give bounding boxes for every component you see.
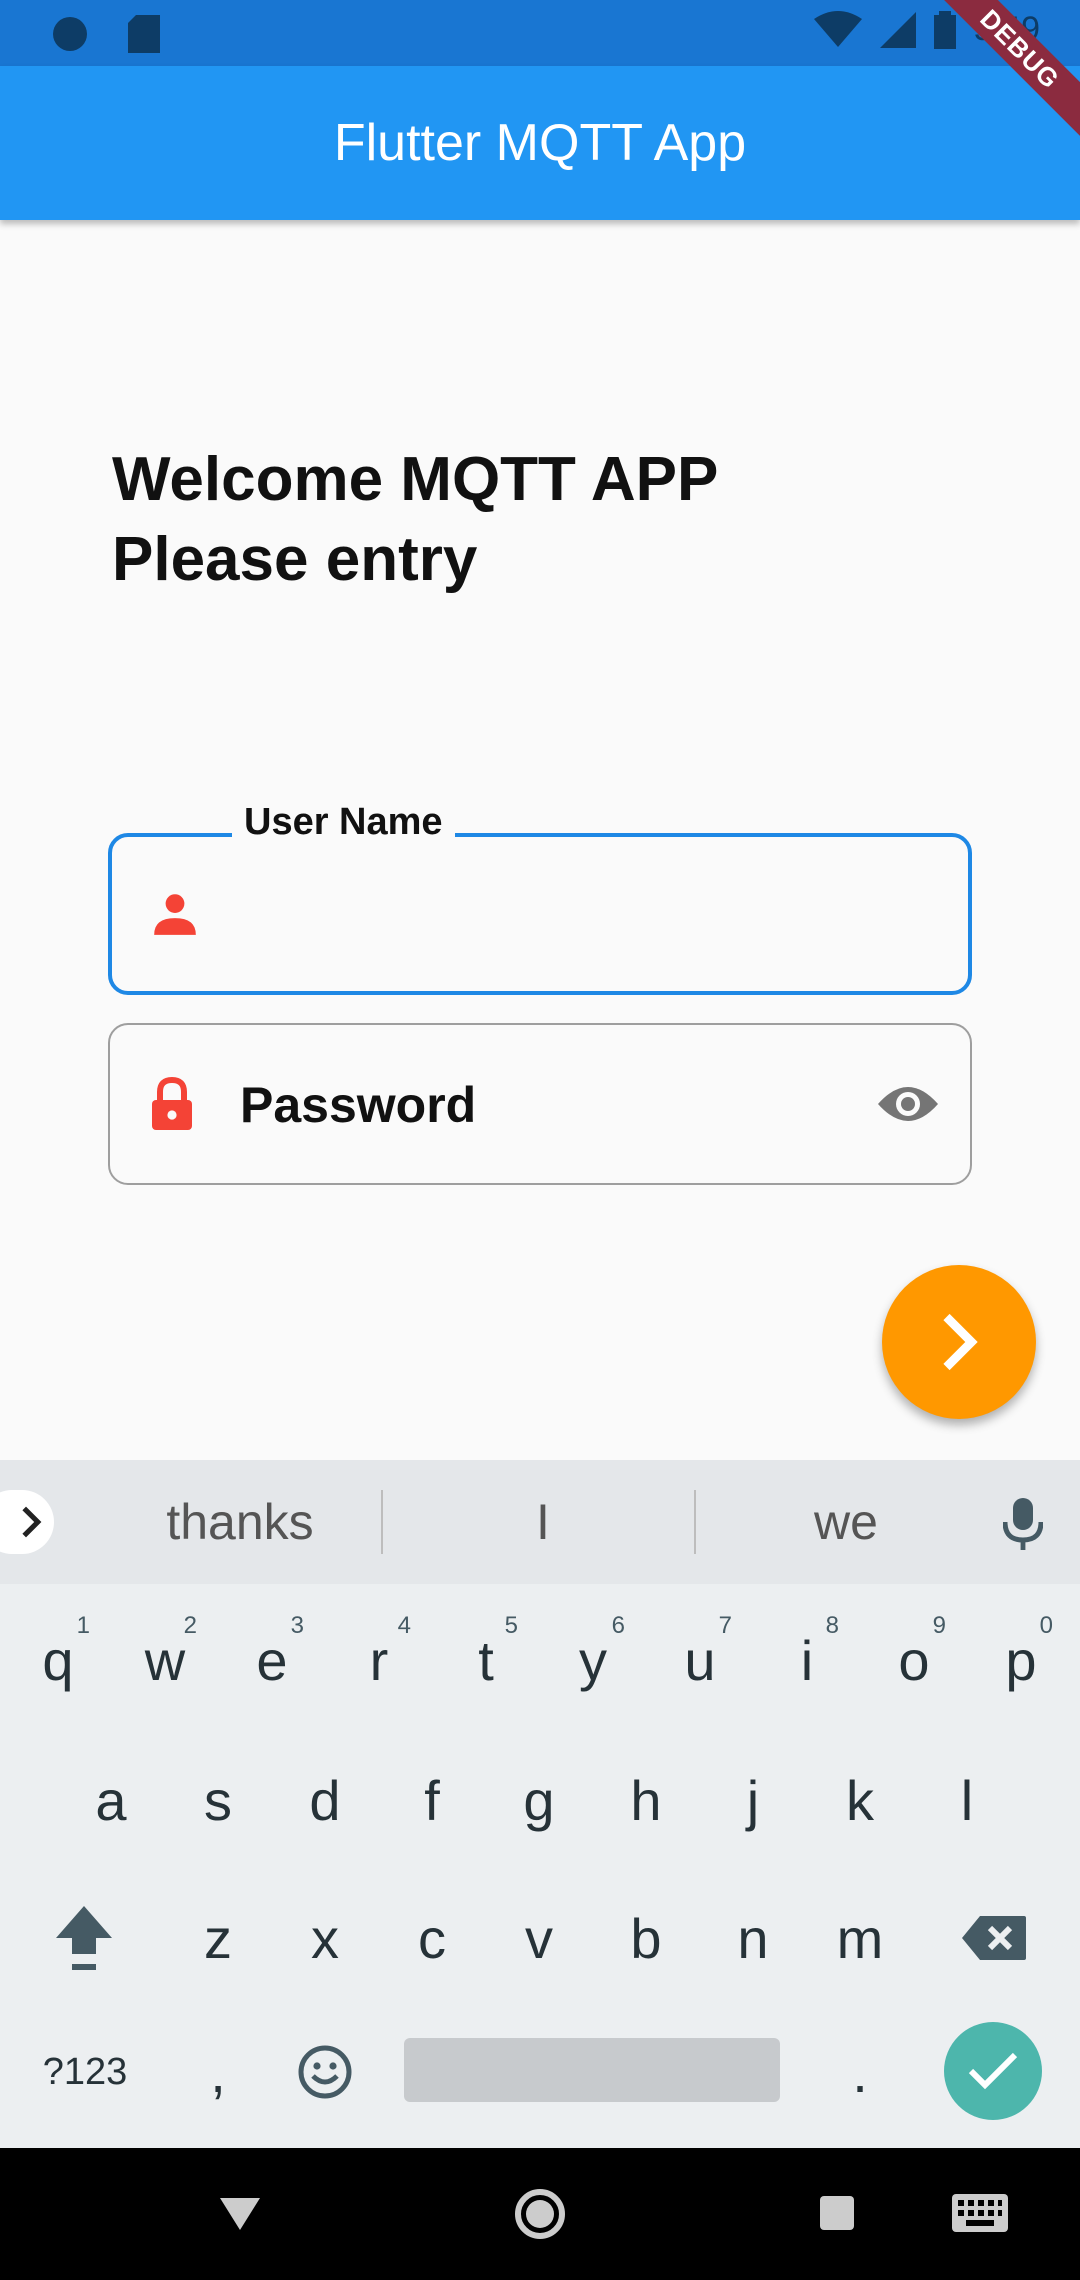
key-w[interactable]: w2	[115, 1600, 215, 1720]
key-a[interactable]: a	[61, 1740, 161, 1860]
key-l[interactable]: l	[917, 1740, 1017, 1860]
key-f[interactable]: f	[382, 1740, 482, 1860]
microphone-icon[interactable]	[1003, 1496, 1043, 1552]
key-b[interactable]: b	[596, 1878, 696, 1998]
key-y[interactable]: y6	[543, 1600, 643, 1720]
sd-card-icon	[128, 15, 160, 53]
chevron-right-icon	[943, 1313, 978, 1371]
key-v[interactable]: v	[489, 1878, 589, 1998]
suggestion-1[interactable]: thanks	[90, 1460, 390, 1584]
welcome-heading: Welcome MQTT APP Please entry	[112, 440, 718, 600]
period-key[interactable]: .	[810, 2012, 910, 2132]
key-g[interactable]: g	[489, 1740, 589, 1860]
soft-keyboard: thanks I we q1 w2 e3 r4 t5 y6 u7 i8 o9 p…	[0, 1460, 1080, 2148]
username-input[interactable]	[242, 867, 838, 967]
back-icon[interactable]	[218, 2194, 262, 2234]
username-field[interactable]: User Name	[108, 801, 972, 995]
battery-icon	[933, 10, 956, 49]
key-p[interactable]: p0	[971, 1600, 1071, 1720]
backspace-key[interactable]	[944, 1878, 1044, 1998]
app-bar-title: Flutter MQTT App	[333, 114, 747, 172]
shift-icon	[56, 1906, 112, 1970]
key-d[interactable]: d	[275, 1740, 375, 1860]
suggestion-2[interactable]: I	[390, 1460, 696, 1584]
comma-key[interactable]: ,	[168, 2012, 268, 2132]
symbols-key[interactable]: ?123	[30, 2012, 140, 2132]
notification-dot-icon	[53, 17, 87, 51]
password-input[interactable]	[240, 1055, 840, 1155]
person-icon	[154, 894, 196, 935]
enter-key[interactable]	[944, 2022, 1042, 2120]
suggestion-bar: thanks I we	[0, 1460, 1080, 1584]
suggestion-3[interactable]: we	[696, 1460, 996, 1584]
key-x[interactable]: x	[275, 1878, 375, 1998]
key-q[interactable]: q1	[8, 1600, 108, 1720]
eye-icon[interactable]	[876, 1082, 940, 1126]
key-k[interactable]: k	[810, 1740, 910, 1860]
next-button[interactable]	[882, 1265, 1036, 1419]
check-icon	[968, 2052, 1018, 2090]
key-z[interactable]: z	[168, 1878, 268, 1998]
recents-icon[interactable]	[820, 2196, 854, 2230]
app-bar: Flutter MQTT App	[0, 66, 1080, 220]
welcome-line-1: Welcome MQTT APP	[112, 445, 719, 514]
key-o[interactable]: o9	[864, 1600, 964, 1720]
key-h[interactable]: h	[596, 1740, 696, 1860]
key-r[interactable]: r4	[329, 1600, 429, 1720]
chevron-right-icon	[22, 1506, 42, 1538]
suggestion-divider	[381, 1490, 383, 1554]
shift-key[interactable]	[34, 1878, 134, 1998]
key-u[interactable]: u7	[650, 1600, 750, 1720]
suggestion-expand-button[interactable]	[0, 1490, 54, 1554]
key-e[interactable]: e3	[222, 1600, 322, 1720]
keyboard-switch-icon[interactable]	[952, 2194, 1008, 2232]
welcome-line-2: Please entry	[112, 525, 478, 594]
backspace-icon	[962, 1916, 1026, 1960]
key-n[interactable]: n	[703, 1878, 803, 1998]
status-bar: 5:49	[0, 0, 1080, 66]
username-label: User Name	[232, 801, 455, 844]
signal-icon	[879, 11, 916, 48]
lock-icon	[152, 1076, 192, 1130]
key-i[interactable]: i8	[757, 1600, 857, 1720]
space-key[interactable]	[404, 2038, 780, 2102]
emoji-icon	[298, 2045, 352, 2099]
key-t[interactable]: t5	[436, 1600, 536, 1720]
wifi-icon	[813, 10, 862, 47]
navigation-bar	[0, 2148, 1080, 2280]
key-m[interactable]: m	[810, 1878, 910, 1998]
key-c[interactable]: c	[382, 1878, 482, 1998]
emoji-key[interactable]	[275, 2012, 375, 2132]
password-field[interactable]	[108, 1023, 972, 1185]
key-j[interactable]: j	[703, 1740, 803, 1860]
home-icon[interactable]	[514, 2188, 566, 2240]
key-s[interactable]: s	[168, 1740, 268, 1860]
